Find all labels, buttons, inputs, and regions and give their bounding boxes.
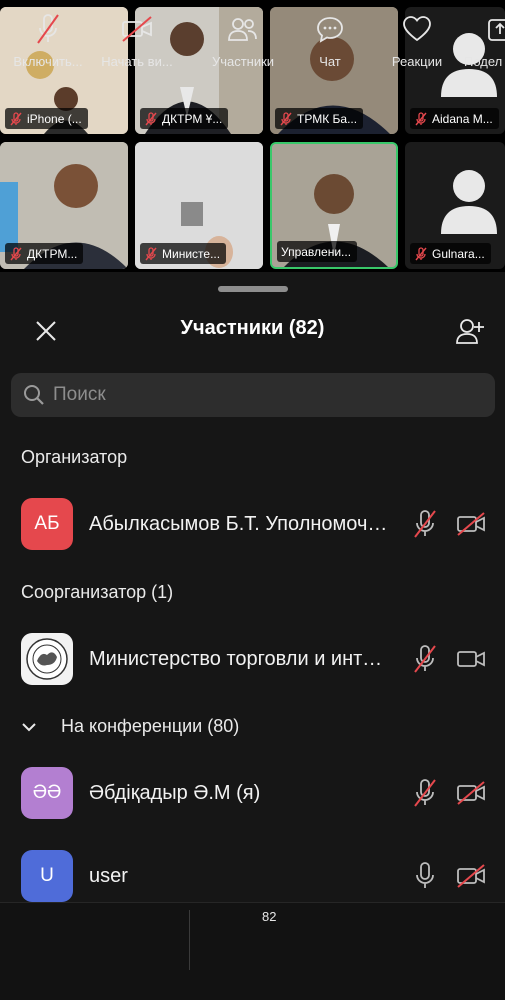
unmute-label: Включить... — [13, 54, 83, 69]
section-host: Организатор — [21, 447, 128, 467]
start-video-button[interactable]: Начать ви... — [94, 12, 180, 72]
avatar — [21, 633, 73, 685]
mic-muted-icon[interactable] — [410, 778, 440, 808]
mic-muted-icon — [37, 14, 59, 44]
chat-icon — [317, 17, 343, 43]
mic-muted-icon — [280, 111, 292, 125]
section-cohost: Соорганизатор (1) — [21, 582, 174, 602]
camera-off-icon[interactable] — [455, 778, 487, 808]
camera-off-icon — [122, 16, 152, 42]
reactions-label: Реакции — [391, 54, 443, 69]
start-video-label: Начать ви... — [101, 54, 173, 69]
participants-button[interactable]: Участники — [204, 12, 282, 72]
camera-off-icon[interactable] — [455, 861, 487, 891]
tile-caption: iPhone (... — [5, 108, 88, 129]
share-button[interactable]: Подел — [462, 12, 505, 72]
mic-muted-icon — [145, 111, 157, 125]
user-placeholder-icon — [441, 170, 497, 234]
search-icon — [24, 385, 44, 405]
heart-icon — [403, 16, 431, 42]
participant-row[interactable]: U user — [0, 841, 505, 911]
mic-muted-icon[interactable] — [410, 509, 440, 539]
participants-label: Участники — [211, 54, 275, 69]
tile-caption: Gulnara... — [410, 243, 491, 264]
mic-icon[interactable] — [410, 861, 440, 891]
video-tile[interactable]: Министе... — [135, 142, 263, 269]
mic-muted-icon — [10, 246, 22, 260]
toolbar-divider — [189, 910, 190, 970]
participant-name: Әбдіқадыр Ә.М (я) — [89, 781, 261, 804]
participant-name: user — [89, 864, 128, 887]
participant-row[interactable]: АБ Абылкасымов Б.Т. Уполномоченный — [0, 489, 505, 559]
mic-muted-icon — [415, 246, 427, 260]
ministry-seal-icon — [26, 638, 68, 680]
unmute-button[interactable]: Включить... — [6, 12, 90, 72]
invite-button[interactable] — [452, 314, 488, 348]
reactions-button[interactable]: Реакции — [384, 12, 450, 72]
section-in-meeting[interactable]: На конференции (80) — [21, 716, 239, 737]
avatar: АБ — [21, 498, 73, 550]
avatar: ӘӘ — [21, 767, 73, 819]
tile-caption: ДКТРМ... — [5, 243, 84, 264]
video-tile[interactable]: Gulnara... — [405, 142, 505, 269]
share-label: Подел — [464, 54, 503, 69]
participant-name: Абылкасымов Б.Т. Уполномоченный — [89, 512, 391, 535]
drag-handle[interactable] — [218, 286, 288, 292]
tile-caption: Aidana M... — [410, 108, 499, 129]
camera-icon[interactable] — [455, 644, 487, 674]
video-tile[interactable]: ДКТРМ... — [0, 142, 128, 269]
chat-button[interactable]: Чат — [305, 12, 355, 72]
chevron-down-icon — [22, 722, 36, 731]
participants-count-badge: 82 — [262, 909, 277, 924]
video-tile-active-speaker[interactable]: Управлени... — [270, 142, 398, 269]
participant-name: Министерство торговли и интеграции — [89, 647, 391, 670]
tile-caption: ТРМК Ба... — [275, 108, 364, 129]
mic-muted-icon — [10, 111, 22, 125]
meeting-toolbar — [0, 902, 505, 1000]
chat-label: Чат — [319, 54, 341, 69]
section-label: На конференции (80) — [61, 716, 240, 736]
add-user-icon — [456, 319, 484, 344]
participant-row[interactable]: Министерство торговли и интеграции — [0, 624, 505, 694]
tile-caption: Министе... — [140, 243, 227, 264]
camera-off-icon[interactable] — [455, 509, 487, 539]
mic-muted-icon — [145, 246, 157, 260]
share-icon — [488, 19, 505, 41]
participant-row[interactable]: ӘӘ Әбдіқадыр Ә.М (я) — [0, 758, 505, 828]
participants-icon — [228, 18, 257, 41]
search-box[interactable] — [11, 373, 495, 417]
panel-title: Участники (82) — [180, 317, 325, 339]
search-input[interactable] — [53, 384, 473, 406]
mic-muted-icon — [415, 111, 427, 125]
mic-muted-icon[interactable] — [410, 644, 440, 674]
tile-caption: ДКТРМ Ұ... — [140, 108, 229, 129]
avatar: U — [21, 850, 73, 902]
tile-caption: Управлени... — [277, 241, 358, 262]
